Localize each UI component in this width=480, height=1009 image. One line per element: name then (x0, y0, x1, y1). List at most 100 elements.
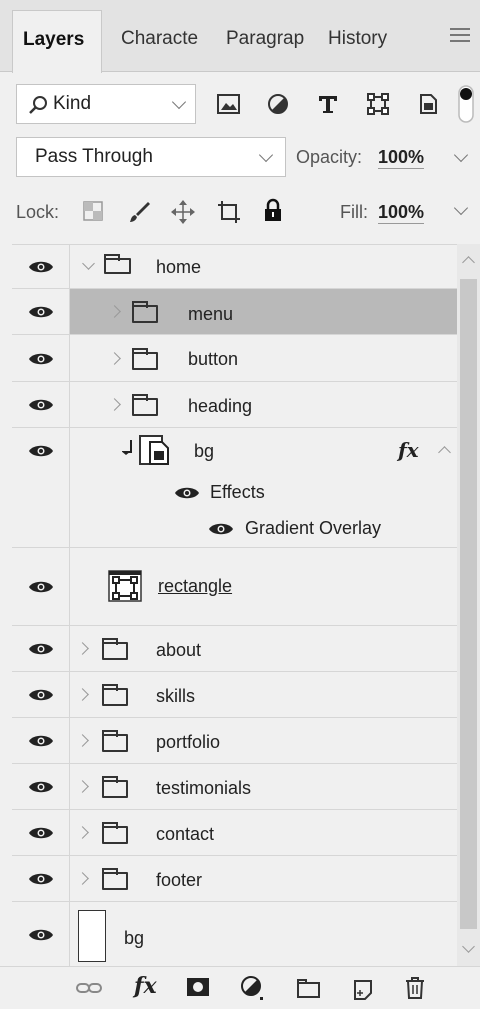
layers-panel: Layers Characte Paragrap History Kind Pa… (0, 0, 480, 1009)
visibility-eye-icon[interactable] (28, 872, 54, 886)
visibility-cell[interactable] (12, 626, 70, 671)
visibility-eye-icon[interactable] (28, 352, 54, 366)
scroll-down-arrow-icon[interactable] (462, 940, 475, 953)
fx-badge[interactable]: fx (398, 438, 419, 462)
delete-layer-trash-icon[interactable] (404, 976, 426, 1000)
new-layer-icon[interactable] (352, 978, 374, 1000)
lock-label: Lock: (16, 202, 60, 222)
layer-name: button (188, 349, 239, 369)
folder-icon (102, 822, 128, 844)
opacity-input[interactable]: 100% (378, 147, 425, 169)
visibility-cell[interactable] (12, 672, 70, 717)
layer-row-button[interactable]: button (12, 335, 457, 382)
visibility-eye-icon[interactable] (28, 734, 54, 748)
layer-name: heading (188, 396, 253, 416)
scroll-up-arrow-icon[interactable] (462, 256, 475, 269)
smart-object-filter-icon[interactable] (416, 92, 440, 116)
disclosure-chevron-icon[interactable] (76, 734, 89, 747)
opacity-chevron-icon[interactable] (453, 147, 469, 163)
layer-row-about[interactable]: about (12, 626, 457, 672)
layer-row-menu[interactable]: menu (12, 289, 457, 335)
visibility-cell[interactable] (12, 428, 70, 547)
visibility-eye-icon[interactable] (28, 688, 54, 702)
lock-image-pixels-brush-icon[interactable] (128, 200, 152, 224)
visibility-eye-icon[interactable] (28, 260, 54, 274)
visibility-cell[interactable] (12, 382, 70, 427)
layer-row-contact[interactable]: contact (12, 810, 457, 856)
blend-mode-select[interactable]: Pass Through (16, 137, 286, 177)
disclosure-chevron-icon[interactable] (76, 872, 89, 885)
gradient-overlay-visibility-eye-icon[interactable] (208, 522, 234, 536)
visibility-cell[interactable] (12, 810, 70, 855)
filter-kind-select[interactable]: Kind (16, 84, 196, 124)
panel-menu-icon[interactable] (450, 28, 470, 46)
shape-layer-filter-icon[interactable] (366, 92, 390, 116)
layers-scrollbar[interactable] (457, 244, 480, 966)
lock-all-icon[interactable] (262, 198, 284, 224)
chevron-down-icon (258, 147, 274, 163)
lock-transparent-pixels-icon[interactable] (82, 200, 104, 222)
layer-row-footer[interactable]: footer (12, 856, 457, 902)
chevron-down-icon (171, 94, 187, 110)
layer-row-skills[interactable]: skills (12, 672, 457, 718)
layer-row-heading[interactable]: heading (12, 382, 457, 428)
visibility-eye-icon[interactable] (28, 580, 54, 594)
visibility-eye-icon[interactable] (28, 928, 54, 942)
new-adjustment-layer-icon[interactable] (240, 975, 264, 1001)
visibility-cell[interactable] (12, 548, 70, 625)
add-mask-icon[interactable] (186, 977, 210, 999)
pixel-layer-filter-icon[interactable] (216, 92, 242, 116)
tab-character[interactable]: Characte (111, 10, 219, 72)
disclosure-chevron-icon[interactable] (108, 305, 121, 318)
visibility-cell[interactable] (12, 856, 70, 901)
folder-icon (102, 638, 128, 660)
lock-position-move-icon[interactable] (170, 199, 196, 225)
gradient-overlay-label[interactable]: Gradient Overlay (245, 518, 381, 539)
tab-paragraph[interactable]: Paragrap (216, 10, 318, 72)
add-layer-style-fx-icon[interactable]: fx (134, 973, 157, 999)
layer-row-bg-background[interactable]: bg (12, 902, 457, 967)
type-layer-filter-icon[interactable] (316, 92, 340, 116)
visibility-eye-icon[interactable] (28, 780, 54, 794)
visibility-eye-icon[interactable] (28, 642, 54, 656)
layer-row-testimonials[interactable]: testimonials (12, 764, 457, 810)
tab-label: Paragrap (226, 28, 305, 49)
effects-label: Effects (210, 482, 265, 502)
disclosure-chevron-icon[interactable] (108, 352, 121, 365)
disclosure-chevron-icon[interactable] (76, 826, 89, 839)
layers-list: home menu button heading bg fx Effects G… (12, 244, 480, 967)
disclosure-chevron-icon[interactable] (76, 688, 89, 701)
effects-visibility-eye-icon[interactable] (174, 486, 200, 500)
adjustment-layer-filter-icon[interactable] (266, 92, 290, 116)
visibility-cell[interactable] (12, 902, 70, 967)
visibility-eye-icon[interactable] (28, 444, 54, 458)
tab-layers[interactable]: Layers (12, 10, 102, 73)
tab-history[interactable]: History (318, 10, 418, 72)
disclosure-chevron-icon[interactable] (82, 257, 95, 270)
visibility-cell[interactable] (12, 718, 70, 763)
visibility-eye-icon[interactable] (28, 305, 54, 319)
visibility-cell[interactable] (12, 289, 70, 334)
scrollbar-thumb[interactable] (460, 279, 477, 929)
visibility-cell[interactable] (12, 245, 70, 288)
disclosure-chevron-icon[interactable] (76, 780, 89, 793)
lock-artboard-icon[interactable] (216, 199, 242, 225)
disclosure-chevron-icon[interactable] (108, 398, 121, 411)
folder-icon (132, 301, 158, 323)
filter-toggle-icon[interactable] (456, 84, 476, 124)
fill-chevron-icon[interactable] (453, 200, 469, 216)
layer-row-home[interactable]: home (12, 245, 457, 289)
new-group-folder-icon[interactable] (296, 979, 322, 999)
layer-row-bg-smart-object[interactable]: bg fx Effects Gradient Overlay (12, 428, 457, 548)
visibility-cell[interactable] (12, 335, 70, 381)
fill-input[interactable]: 100% (378, 202, 425, 224)
layer-name: menu (188, 304, 234, 324)
layer-row-rectangle[interactable]: rectangle (12, 548, 457, 626)
disclosure-chevron-icon[interactable] (76, 642, 89, 655)
effects-collapse-chevron-icon[interactable] (438, 446, 451, 459)
visibility-eye-icon[interactable] (28, 826, 54, 840)
visibility-eye-icon[interactable] (28, 398, 54, 412)
layer-row-portfolio[interactable]: portfolio (12, 718, 457, 764)
visibility-cell[interactable] (12, 764, 70, 809)
link-layers-icon[interactable] (76, 979, 102, 997)
